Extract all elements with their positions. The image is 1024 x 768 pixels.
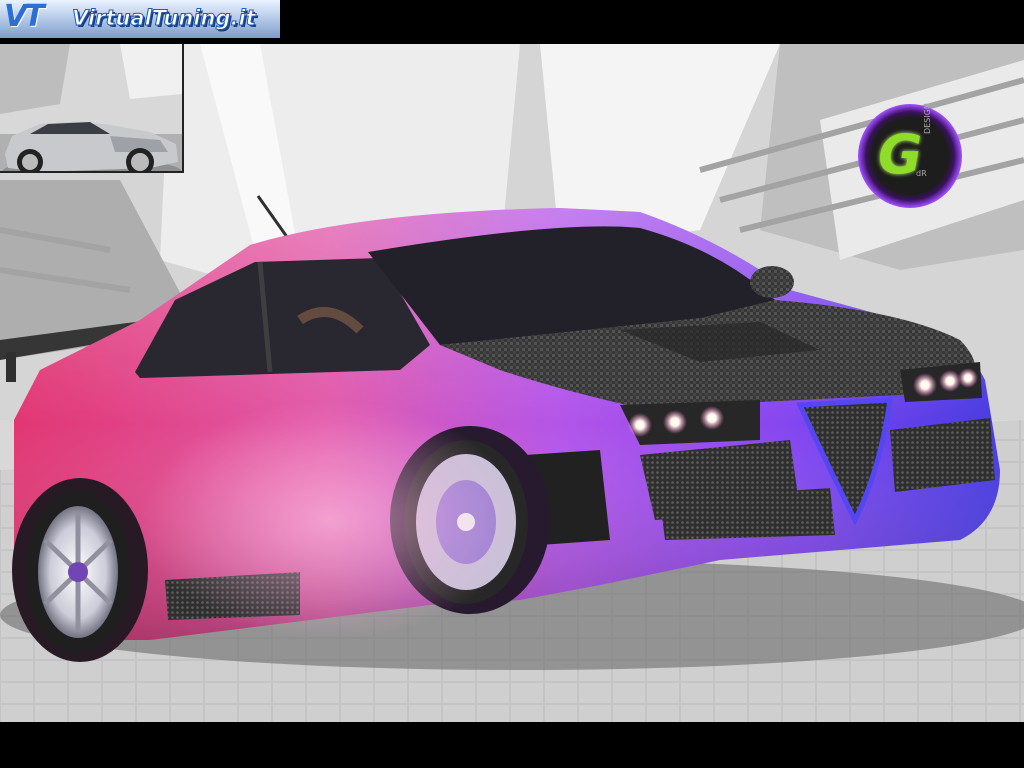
stock-car-art — [0, 44, 182, 171]
tuning-render: VT VirtualTuning.it G DESIGN dR — [0, 0, 1024, 768]
site-banner: VT VirtualTuning.it — [0, 0, 280, 38]
designer-logo: G DESIGN dR — [858, 103, 962, 208]
stock-car-inset-photo — [0, 44, 184, 173]
designer-logo-design-tag: DESIGN — [923, 103, 932, 134]
bottom-black-bar — [0, 722, 1024, 768]
designer-logo-initials: dR — [916, 169, 927, 178]
site-name: VirtualTuning.it — [72, 6, 257, 31]
site-logo-mark: VT — [4, 0, 45, 34]
